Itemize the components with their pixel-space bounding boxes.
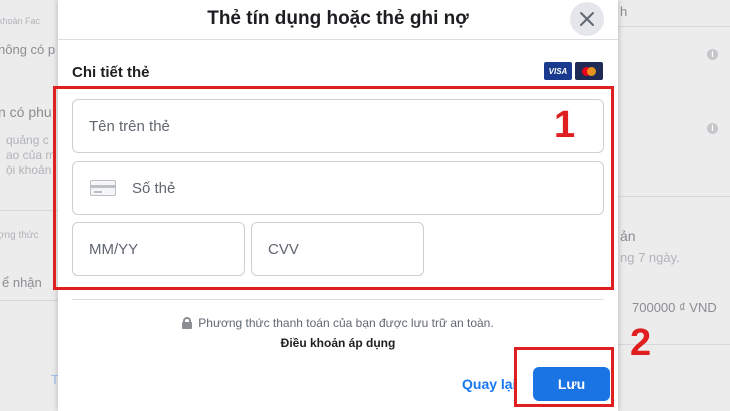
bg-text: h (620, 4, 628, 19)
step2-number: 2 (630, 322, 652, 364)
bg-divider (618, 26, 730, 27)
bg-divider (618, 196, 730, 197)
step1-highlight-box (53, 86, 614, 290)
lock-icon (182, 317, 193, 329)
form-divider (72, 299, 604, 300)
visa-logo: VISA (544, 62, 572, 80)
bg-divider (0, 210, 58, 211)
step2-highlight-box (514, 347, 614, 407)
bg-text: n có phu (0, 104, 52, 120)
background-left-panel (0, 0, 60, 411)
close-button[interactable] (570, 2, 604, 36)
bg-text: ể nhận (2, 275, 42, 290)
back-button[interactable]: Quay lại (462, 376, 516, 392)
bg-text: khoản Fac (0, 16, 41, 26)
dialog-header: Thẻ tín dụng hoặc thẻ ghi nợ (58, 0, 618, 40)
bg-divider (0, 300, 58, 301)
bg-text: hông có p (0, 42, 56, 57)
mastercard-logo (575, 62, 603, 80)
close-icon (580, 12, 594, 26)
bg-text: ội khoản (6, 163, 52, 177)
bg-text: ợng thức (0, 230, 39, 241)
bg-text: quảng c (6, 133, 49, 147)
bg-text: ng 7 ngày. (620, 250, 680, 265)
info-icon: i (707, 49, 718, 60)
secure-storage-note: Phương thức thanh toán của bạn được lưu … (58, 316, 618, 330)
bg-text: ao của m (6, 148, 56, 162)
card-details-title: Chi tiết thẻ (72, 64, 150, 81)
bg-text: 700000 ₫ VND (632, 300, 717, 315)
secure-note-text: Phương thức thanh toán của bạn được lưu … (198, 316, 494, 330)
dialog-title: Thẻ tín dụng hoặc thẻ ghi nợ (207, 8, 469, 29)
step1-number: 1 (554, 104, 576, 146)
info-icon: i (707, 123, 718, 134)
card-brand-logos: VISA (544, 62, 603, 80)
bg-text: ản (620, 228, 636, 244)
